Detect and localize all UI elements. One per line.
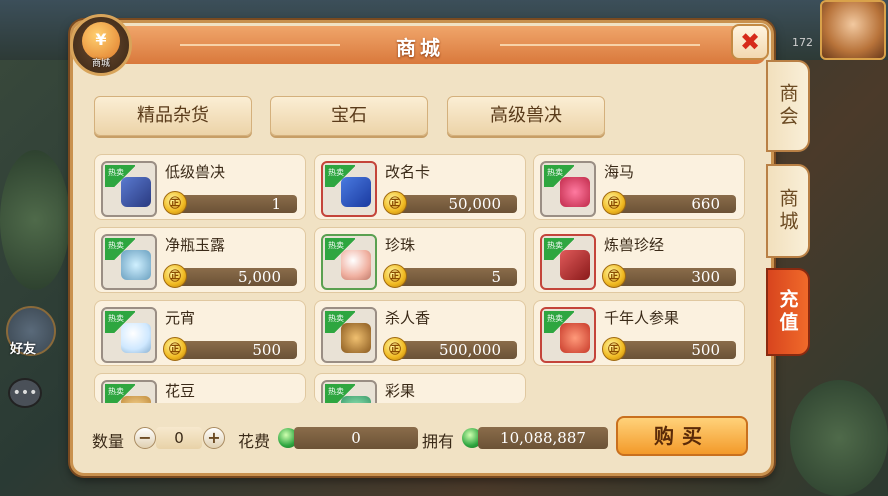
item-price: 1 (173, 195, 297, 213)
hot-sale-badge: 热卖 (544, 165, 574, 187)
cost-label: 花费 (238, 432, 271, 451)
chat-icon: ••• (12, 385, 38, 401)
player-avatar[interactable] (820, 0, 886, 60)
tab-mall[interactable]: 商城 (766, 164, 810, 258)
gold-coin-icon: ㊣ (383, 264, 407, 288)
header-ornament-left (180, 44, 340, 46)
gold-coin-icon: ㊣ (163, 264, 187, 288)
item-name: 珍珠 (385, 236, 416, 254)
item-card[interactable]: 热卖 珍珠 5 ㊣ (314, 227, 526, 293)
item-icon-frame: 热卖 (321, 161, 377, 217)
item-price: 500,000 (393, 341, 517, 359)
friends-label: 好友 (10, 342, 37, 357)
hot-sale-badge: 热卖 (325, 238, 355, 260)
item-price: 5,000 (173, 268, 297, 286)
hot-sale-badge: 热卖 (325, 311, 355, 333)
background-tree (0, 150, 70, 290)
increase-quantity-button[interactable]: + (203, 427, 225, 449)
gold-coin-icon: ㊣ (163, 191, 187, 215)
gold-coin-icon: ㊣ (383, 337, 407, 361)
decrease-quantity-button[interactable]: − (134, 427, 156, 449)
item-card[interactable]: 热卖 净瓶玉露 5,000 ㊣ (94, 227, 306, 293)
item-name: 改名卡 (385, 163, 431, 181)
buy-button[interactable]: 购买 (616, 416, 748, 456)
hot-sale-badge: 热卖 (325, 165, 355, 187)
owned-label: 拥有 (422, 432, 455, 451)
gold-coin-icon: ㊣ (602, 191, 626, 215)
item-card[interactable]: 热卖 海马 660 ㊣ (533, 154, 745, 220)
item-name: 千年人参果 (604, 309, 680, 327)
item-icon-frame: 热卖 (101, 234, 157, 290)
hot-sale-badge: 热卖 (105, 238, 135, 260)
hot-sale-badge: 热卖 (105, 165, 135, 187)
hot-sale-badge: 热卖 (325, 384, 355, 403)
hot-sale-badge: 热卖 (105, 384, 135, 403)
item-icon-frame: 热卖 (101, 380, 157, 403)
item-price: 5 (393, 268, 517, 286)
item-icon-frame: 热卖 (101, 161, 157, 217)
category-boutique-goods[interactable]: 精品杂货 (94, 96, 252, 136)
item-icon-frame: 热卖 (321, 307, 377, 363)
item-name: 净瓶玉露 (165, 236, 226, 254)
chat-button[interactable]: ••• (8, 378, 42, 408)
item-icon-frame: 热卖 (321, 380, 377, 403)
quantity-label: 数量 (92, 432, 125, 451)
item-card[interactable]: 热卖 彩果 (314, 373, 526, 403)
item-card[interactable]: 热卖 元宵 500 ㊣ (94, 300, 306, 366)
gold-coin-icon: ㊣ (602, 337, 626, 361)
cost-value: 0 (294, 427, 418, 449)
shop-title: 商城 (396, 36, 444, 60)
item-price: 500 (173, 341, 297, 359)
gold-coin-icon: ㊣ (602, 264, 626, 288)
gold-coin-icon: ㊣ (383, 191, 407, 215)
shop-badge-label: 商城 (91, 59, 110, 69)
background-tree (790, 380, 888, 496)
item-name: 彩果 (385, 382, 416, 400)
item-card[interactable]: 热卖 炼兽珍经 300 ㊣ (533, 227, 745, 293)
header-ornament-right (500, 44, 700, 46)
item-icon-frame: 热卖 (101, 307, 157, 363)
item-price: 300 (612, 268, 736, 286)
hot-sale-badge: 热卖 (544, 311, 574, 333)
item-name: 杀人香 (385, 309, 431, 327)
item-name: 炼兽珍经 (604, 236, 665, 254)
category-gems[interactable]: 宝石 (270, 96, 428, 136)
category-advanced-skill-books[interactable]: 高级兽决 (447, 96, 605, 136)
close-icon: ✖ (739, 28, 761, 56)
hud-number: 172 (792, 36, 813, 49)
gold-coin-icon: ㊣ (163, 337, 187, 361)
item-card[interactable]: 热卖 改名卡 50,000 ㊣ (314, 154, 526, 220)
item-card[interactable]: 热卖 杀人香 500,000 ㊣ (314, 300, 526, 366)
item-price: 500 (612, 341, 736, 359)
item-card[interactable]: 热卖 低级兽决 1 ㊣ (94, 154, 306, 220)
item-name: 花豆 (165, 382, 196, 400)
money-bag-icon: ¥ (82, 22, 120, 60)
item-name: 低级兽决 (165, 163, 226, 181)
tab-recharge[interactable]: 充值 (766, 268, 810, 356)
item-card[interactable]: 热卖 千年人参果 500 ㊣ (533, 300, 745, 366)
item-card[interactable]: 热卖 花豆 (94, 373, 306, 403)
close-button[interactable]: ✖ (731, 24, 769, 60)
item-price: 50,000 (393, 195, 517, 213)
item-name: 元宵 (165, 309, 196, 327)
quantity-input[interactable]: 0 (156, 427, 202, 449)
item-icon-frame: 热卖 (540, 234, 596, 290)
owned-value: 10,088,887 (478, 427, 608, 449)
item-name: 海马 (604, 163, 635, 181)
tab-chamber-of-commerce[interactable]: 商会 (766, 60, 810, 152)
item-price: 660 (612, 195, 736, 213)
hot-sale-badge: 热卖 (544, 238, 574, 260)
hot-sale-badge: 热卖 (105, 311, 135, 333)
item-icon-frame: 热卖 (321, 234, 377, 290)
item-icon-frame: 热卖 (540, 161, 596, 217)
item-icon-frame: 热卖 (540, 307, 596, 363)
